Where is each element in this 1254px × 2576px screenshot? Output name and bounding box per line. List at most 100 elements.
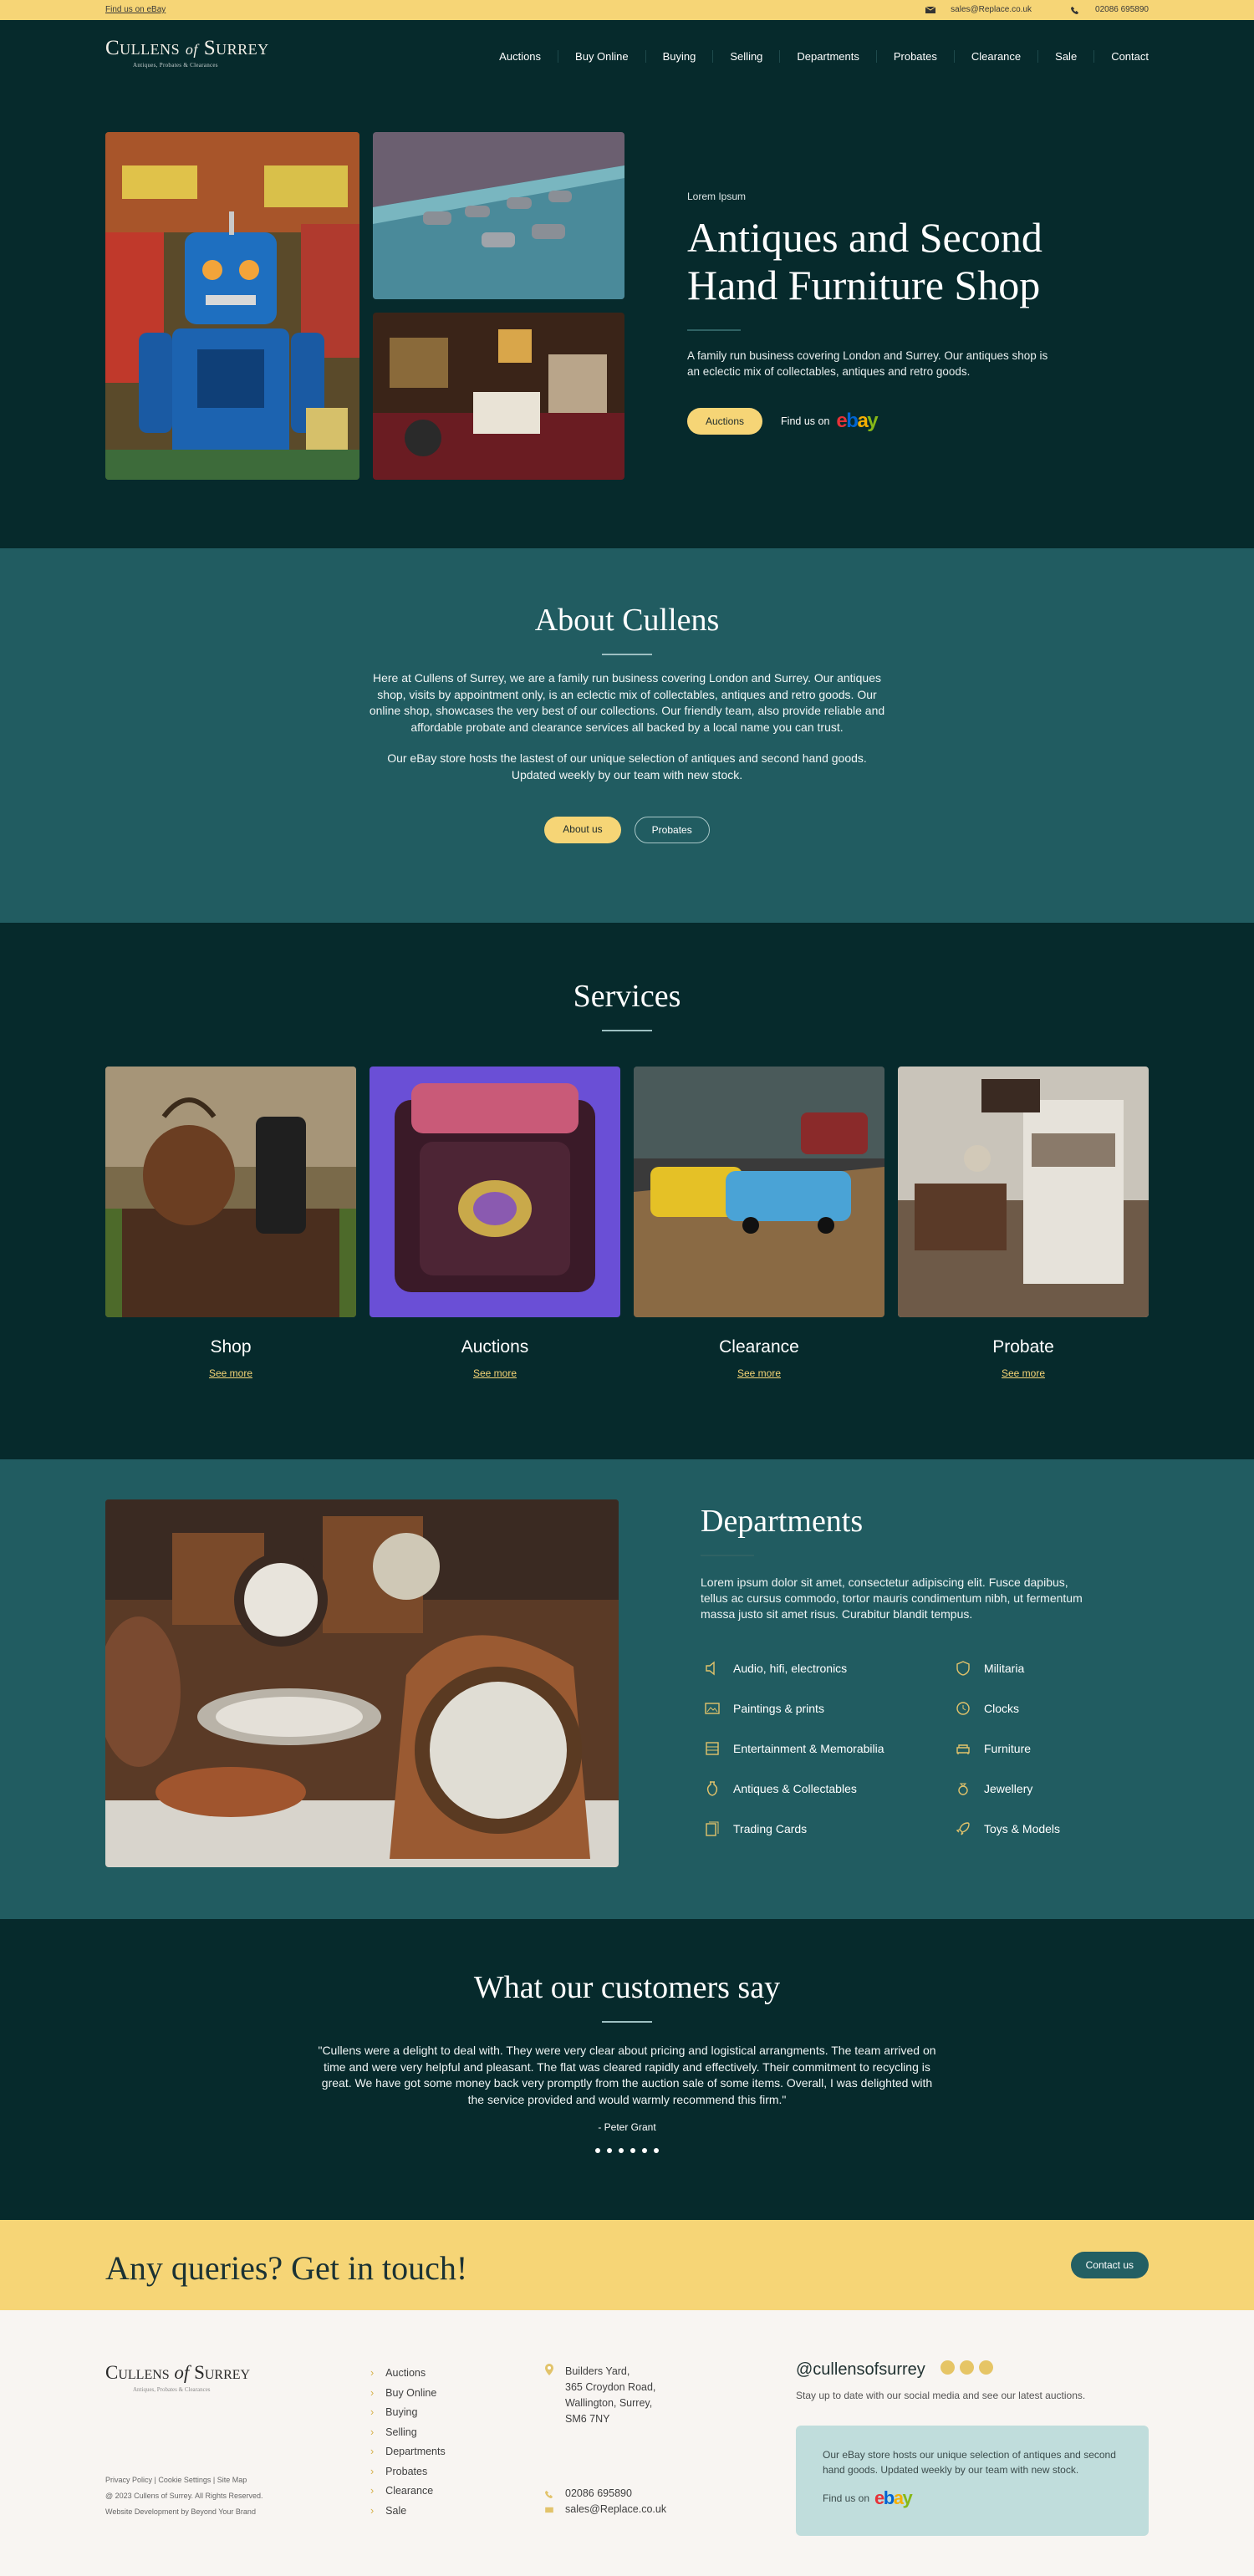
service-see-more-clearance[interactable]: See more bbox=[737, 1367, 781, 1379]
services-section: Services Shop See more Auctions See more… bbox=[0, 923, 1254, 1459]
nav-sale[interactable]: Sale bbox=[1038, 50, 1095, 63]
logo-word-of: of bbox=[185, 41, 198, 58]
departments-list: Audio, hifi, electronics Militaria Paint… bbox=[704, 1660, 1097, 1837]
ebay-logo: ebay bbox=[874, 2487, 913, 2508]
service-see-more-shop[interactable]: See more bbox=[209, 1367, 252, 1379]
service-card-clearance[interactable]: Clearance See more bbox=[634, 1067, 884, 1381]
instagram-icon[interactable] bbox=[940, 2360, 955, 2375]
service-card-probate[interactable]: Probate See more bbox=[898, 1067, 1149, 1381]
footer-link-auctions[interactable]: Auctions bbox=[370, 2364, 446, 2384]
department-label: Antiques & Collectables bbox=[733, 1782, 857, 1795]
testimonials-divider bbox=[602, 2021, 652, 2023]
department-paintings[interactable]: Paintings & prints bbox=[704, 1700, 955, 1717]
service-card-shop[interactable]: Shop See more bbox=[105, 1067, 356, 1381]
footer-link-selling[interactable]: Selling bbox=[370, 2423, 446, 2443]
twitter-icon[interactable] bbox=[959, 2360, 974, 2375]
social-handle[interactable]: @cullensofsurrey bbox=[796, 2360, 925, 2380]
footer-logo-tagline: Antiques, Probates & Clearances bbox=[133, 2386, 211, 2393]
footer-social: @cullensofsurrey Stay up to date with ou… bbox=[796, 2360, 1149, 2401]
about-title: About Cullens bbox=[534, 603, 720, 638]
pagination-dot[interactable] bbox=[619, 2148, 624, 2153]
footer: Cullens of Surrey Antiques, Probates & C… bbox=[0, 2310, 1254, 2576]
nav-departments[interactable]: Departments bbox=[780, 50, 877, 63]
nav-contact[interactable]: Contact bbox=[1094, 50, 1149, 63]
department-label: Jewellery bbox=[984, 1782, 1033, 1795]
service-see-more-auctions[interactable]: See more bbox=[473, 1367, 517, 1379]
service-card-auctions[interactable]: Auctions See more bbox=[370, 1067, 620, 1381]
footer-link-sale[interactable]: Sale bbox=[370, 2502, 446, 2522]
rocket-icon bbox=[956, 1822, 970, 1835]
service-image-clearance bbox=[634, 1067, 884, 1317]
about-us-button[interactable]: About us bbox=[544, 817, 621, 843]
mail-icon bbox=[545, 2507, 553, 2512]
footer-link-departments[interactable]: Departments bbox=[370, 2442, 446, 2462]
hero-ebay-link[interactable]: Find us on ebay bbox=[781, 410, 879, 433]
footer-link-clearance[interactable]: Clearance bbox=[370, 2482, 446, 2502]
facebook-icon[interactable] bbox=[978, 2360, 993, 2375]
department-militaria[interactable]: Militaria bbox=[955, 1660, 1097, 1677]
pagination-dot[interactable] bbox=[595, 2148, 600, 2153]
department-label: Paintings & prints bbox=[733, 1702, 824, 1715]
department-furniture[interactable]: Furniture bbox=[955, 1740, 1097, 1757]
footer-legal: Privacy Policy | Cookie Settings | Site … bbox=[105, 2472, 263, 2520]
site-logo[interactable]: Cullens of Surrey Antiques, Probates & C… bbox=[105, 37, 269, 69]
departments-section: Departments Lorem ipsum dolor sit amet, … bbox=[0, 1459, 1254, 1919]
pagination-dot[interactable] bbox=[630, 2148, 635, 2153]
logo-word-2: Surrey bbox=[203, 37, 269, 59]
film-icon bbox=[706, 1742, 719, 1755]
contact-us-button[interactable]: Contact us bbox=[1070, 2252, 1149, 2278]
footer-ebay-link[interactable]: Find us on ebay bbox=[823, 2487, 1122, 2508]
department-label: Clocks bbox=[984, 1702, 1020, 1715]
department-trading-cards[interactable]: Trading Cards bbox=[704, 1820, 955, 1837]
footer-phone[interactable]: 02086 695890 bbox=[565, 2486, 632, 2502]
nav-probates[interactable]: Probates bbox=[877, 50, 955, 63]
department-jewellery[interactable]: Jewellery bbox=[955, 1780, 1097, 1797]
top-phone[interactable]: 02086 695890 bbox=[1095, 5, 1149, 14]
department-toys[interactable]: Toys & Models bbox=[955, 1820, 1097, 1837]
hero-auctions-button[interactable]: Auctions bbox=[687, 408, 763, 435]
nav-auctions[interactable]: Auctions bbox=[482, 50, 559, 63]
departments-copy: Departments Lorem ipsum dolor sit amet, … bbox=[701, 1503, 1085, 1622]
probates-button[interactable]: Probates bbox=[634, 817, 710, 843]
department-entertainment[interactable]: Entertainment & Memorabilia bbox=[704, 1740, 955, 1757]
ebay-top-link[interactable]: Find us on eBay bbox=[105, 5, 166, 14]
mail-icon bbox=[925, 6, 936, 13]
footer-email[interactable]: sales@Replace.co.uk bbox=[565, 2502, 666, 2517]
departments-image-clocks bbox=[105, 1499, 619, 1867]
address-line: Wallington, Surrey, bbox=[565, 2397, 653, 2409]
pagination-dot[interactable] bbox=[642, 2148, 647, 2153]
services-title: Services bbox=[573, 979, 681, 1014]
about-paragraph-2: Our eBay store hosts the lastest of our … bbox=[387, 751, 867, 781]
service-see-more-probate[interactable]: See more bbox=[1002, 1367, 1045, 1379]
footer-logo[interactable]: Cullens of Surrey Antiques, Probates & C… bbox=[105, 2362, 250, 2393]
clock-icon bbox=[956, 1702, 970, 1715]
ring-icon bbox=[958, 1783, 968, 1795]
footer-ebay-text: Our eBay store hosts our unique selectio… bbox=[823, 2449, 1116, 2476]
pagination-dot[interactable] bbox=[654, 2148, 659, 2153]
nav-selling[interactable]: Selling bbox=[713, 50, 781, 63]
testimonial-pagination bbox=[0, 2148, 1254, 2153]
hero-image-cars bbox=[373, 132, 624, 299]
phone-icon bbox=[545, 2490, 553, 2498]
pagination-dot[interactable] bbox=[607, 2148, 612, 2153]
footer-link-probates[interactable]: Probates bbox=[370, 2462, 446, 2482]
nav-buy-online[interactable]: Buy Online bbox=[558, 50, 646, 63]
testimonial-author: - Peter Grant bbox=[598, 2121, 656, 2133]
nav-clearance[interactable]: Clearance bbox=[955, 50, 1039, 63]
footer-contact: 02086 695890 sales@Replace.co.uk bbox=[545, 2486, 666, 2517]
footer-credit[interactable]: Website Development by Beyond Your Brand bbox=[105, 2504, 263, 2520]
service-title-shop: Shop bbox=[210, 1337, 252, 1357]
department-audio[interactable]: Audio, hifi, electronics bbox=[704, 1660, 955, 1677]
logo-tagline: Antiques, Probates & Clearances bbox=[133, 62, 218, 69]
department-clocks[interactable]: Clocks bbox=[955, 1700, 1097, 1717]
vase-icon bbox=[706, 1781, 718, 1796]
cta-title: Any queries? Get in touch! bbox=[105, 2249, 468, 2287]
top-email[interactable]: sales@Replace.co.uk bbox=[951, 5, 1032, 14]
footer-link-buy-online[interactable]: Buy Online bbox=[370, 2384, 446, 2404]
footer-legal-links[interactable]: Privacy Policy | Cookie Settings | Site … bbox=[105, 2472, 263, 2488]
footer-link-buying[interactable]: Buying bbox=[370, 2403, 446, 2423]
department-antiques[interactable]: Antiques & Collectables bbox=[704, 1780, 955, 1797]
services-divider bbox=[602, 1030, 652, 1031]
nav-buying[interactable]: Buying bbox=[646, 50, 714, 63]
logo-word-of: of bbox=[174, 2362, 190, 2383]
